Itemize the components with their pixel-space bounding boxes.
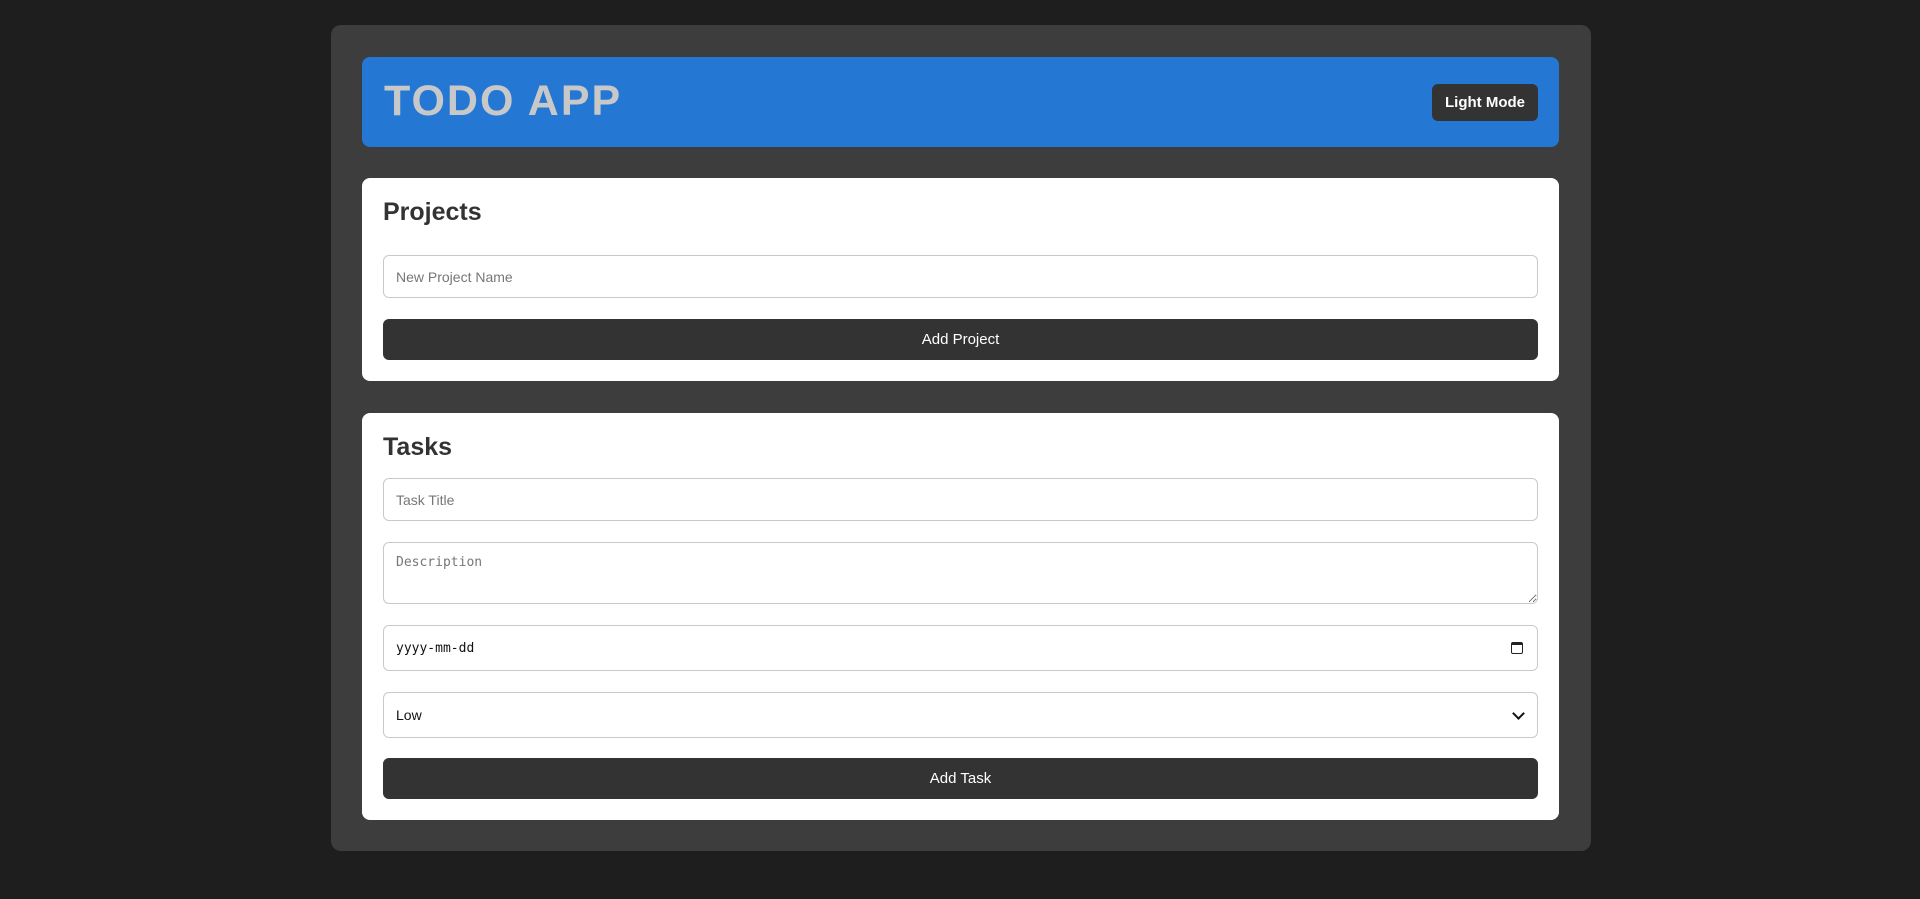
calendar-icon[interactable] xyxy=(1511,642,1523,654)
priority-selected-value: Low xyxy=(396,707,422,723)
due-date-placeholder: yyyy-mm-dd xyxy=(396,640,475,656)
new-project-name-input[interactable] xyxy=(383,255,1538,298)
add-project-button[interactable]: Add Project xyxy=(383,319,1538,360)
task-due-date-input[interactable]: yyyy-mm-dd xyxy=(383,625,1538,671)
add-task-button[interactable]: Add Task xyxy=(383,758,1538,799)
app-container: TODO APP Light Mode Projects Add Project… xyxy=(331,25,1591,851)
projects-title: Projects xyxy=(383,198,482,226)
tasks-title: Tasks xyxy=(383,433,453,461)
tasks-section: Tasks yyyy-mm-dd Low Add Task xyxy=(362,413,1559,820)
app-header: TODO APP Light Mode xyxy=(362,57,1559,147)
task-description-input[interactable] xyxy=(383,542,1538,604)
light-mode-toggle-button[interactable]: Light Mode xyxy=(1432,84,1538,121)
projects-section: Projects Add Project xyxy=(362,178,1559,381)
task-priority-select[interactable]: Low xyxy=(383,692,1538,738)
chevron-down-icon xyxy=(1512,706,1525,720)
task-title-input[interactable] xyxy=(383,478,1538,521)
app-title: TODO APP xyxy=(384,77,623,125)
